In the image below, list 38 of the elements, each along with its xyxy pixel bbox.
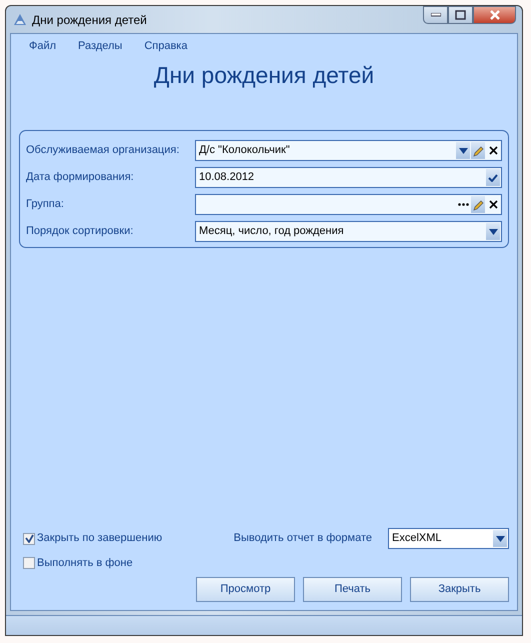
dropdown-arrow-icon[interactable] (488, 228, 498, 234)
check-icon[interactable] (488, 174, 498, 182)
clear-icon[interactable] (488, 200, 498, 209)
field-label: Дата формирования: (26, 170, 135, 186)
minimize-button[interactable] (423, 6, 448, 24)
field-label: Обслуживаемая организация: (26, 143, 180, 158)
minimize-icon (430, 13, 440, 17)
format-select[interactable]: ExcelXML (388, 528, 509, 549)
checkbox[interactable] (23, 557, 35, 569)
app-icon (12, 12, 28, 28)
input-field[interactable]: Месяц, число, год рождения (195, 221, 502, 242)
checkbox-label: Выполнять в фоне (37, 556, 133, 571)
close-icon (488, 10, 500, 20)
menu-item[interactable]: Справка (144, 38, 188, 50)
dropdown-arrow-icon[interactable] (496, 536, 504, 542)
pencil-icon[interactable] (472, 144, 484, 156)
clear-icon[interactable] (488, 146, 498, 155)
format-label: Выводить отчет в формате (234, 531, 372, 546)
form-heading: Дни рождения детей (152, 61, 376, 90)
dropdown-arrow-icon[interactable] (458, 148, 468, 154)
checkbox[interactable] (23, 532, 35, 544)
input-field[interactable]: Д/с "Колокольчик" (195, 140, 502, 161)
dialog-button[interactable]: Закрыть (410, 577, 509, 602)
field-label: Порядок сортировки: (26, 224, 134, 240)
input-field[interactable]: 10.08.2012 (195, 167, 502, 188)
pencil-icon[interactable] (472, 198, 484, 210)
maximize-icon (455, 10, 466, 20)
dialog-button[interactable]: Печать (303, 577, 402, 602)
input-field[interactable] (195, 194, 502, 215)
ellipsis-icon[interactable] (458, 203, 468, 206)
maximize-button[interactable] (448, 6, 473, 24)
menu-item[interactable]: Файл (29, 38, 56, 50)
close-button[interactable] (473, 6, 516, 24)
field-label: Группа: (26, 197, 65, 212)
dialog-button[interactable]: Просмотр (196, 577, 295, 602)
window-title: Дни рождения детей (32, 12, 147, 28)
menu-item[interactable]: Разделы (78, 38, 122, 50)
checkbox-label: Закрыть по завершению (37, 531, 162, 546)
